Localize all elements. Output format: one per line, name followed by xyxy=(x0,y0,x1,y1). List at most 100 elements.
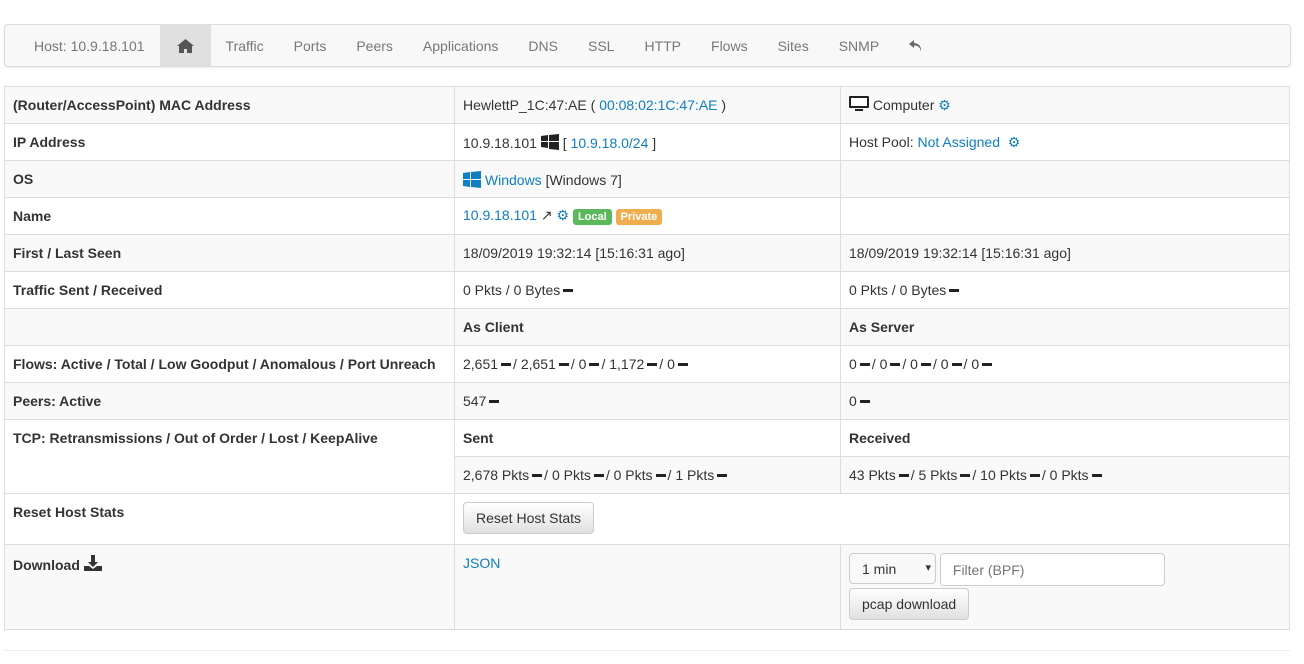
tab-snmp[interactable]: SNMP xyxy=(824,25,894,66)
device-type: Computer xyxy=(872,97,935,113)
ip-label: IP Address xyxy=(4,123,455,161)
tab-sites[interactable]: Sites xyxy=(763,25,824,66)
os-version: [Windows 7] xyxy=(545,171,622,188)
tcp-sent-header: Sent xyxy=(454,419,841,457)
tab-flows[interactable]: Flows xyxy=(696,25,763,66)
interval-select[interactable]: 1 min xyxy=(849,553,936,584)
trend-stable-icon xyxy=(890,362,901,366)
tab-peers[interactable]: Peers xyxy=(341,25,408,66)
name-label: Name xyxy=(4,197,455,235)
as-client-header: As Client xyxy=(454,308,841,346)
stat-value: 1 Pkts xyxy=(675,467,715,483)
local-badge: Local xyxy=(572,208,612,225)
monitor-icon xyxy=(849,96,869,111)
home-tab[interactable] xyxy=(159,25,211,66)
peers-client: 547 xyxy=(463,393,487,409)
back-button[interactable] xyxy=(894,25,938,66)
divider xyxy=(4,650,1290,651)
gear-icon[interactable]: ⚙ xyxy=(556,207,569,223)
tcp-received: 43 Pkts/ 5 Pkts/ 10 Pkts/ 0 Pkts xyxy=(840,456,1290,494)
stat-value: 10 Pkts xyxy=(980,467,1027,483)
stat-value: 0 xyxy=(940,356,949,372)
stat-value: 0 xyxy=(910,356,918,372)
trend-stable-icon xyxy=(677,362,688,366)
trend-stable-icon xyxy=(489,399,500,403)
trend-stable-icon xyxy=(717,473,728,477)
host-pool-label: Host Pool: xyxy=(849,133,914,150)
peers-server: 0 xyxy=(849,393,857,409)
external-link-icon[interactable]: ↗ xyxy=(541,207,553,223)
stat-value: 0 Pkts xyxy=(1049,467,1089,483)
stat-value: 0 xyxy=(879,356,888,372)
tab-http[interactable]: HTTP xyxy=(629,25,696,66)
traffic-received: 0 Pkts / 0 Bytes xyxy=(849,282,947,298)
tab-ssl[interactable]: SSL xyxy=(573,25,629,66)
trend-stable-icon xyxy=(563,288,574,292)
trend-stable-icon xyxy=(982,362,993,366)
last-seen: 18/09/2019 19:32:14 [15:16:31 ago] xyxy=(840,234,1290,272)
trend-stable-icon xyxy=(920,362,931,366)
flows-server: 0/ 0/ 0/ 0/ 0 xyxy=(840,345,1290,383)
tcp-sent: 2,678 Pkts/ 0 Pkts/ 0 Pkts/ 1 Pkts xyxy=(454,456,841,494)
os-link[interactable]: Windows xyxy=(485,172,542,188)
host-pool-link[interactable]: Not Assigned xyxy=(917,134,1000,150)
stat-value: 5 Pkts xyxy=(918,467,958,483)
trend-stable-icon xyxy=(593,473,604,477)
reset-label: Reset Host Stats xyxy=(4,493,455,545)
stat-value: 0 xyxy=(667,356,675,372)
bracket: [ xyxy=(562,134,567,151)
first-seen: 18/09/2019 19:32:14 [15:16:31 ago] xyxy=(454,234,841,272)
peers-label: Peers: Active xyxy=(4,382,455,420)
reset-host-stats-button[interactable]: Reset Host Stats xyxy=(463,502,595,534)
stat-value: 0 xyxy=(578,356,587,372)
pcap-download-button[interactable]: pcap download xyxy=(849,588,970,620)
trend-stable-icon xyxy=(589,362,600,366)
tab-traffic[interactable]: Traffic xyxy=(211,25,279,66)
home-icon xyxy=(176,38,194,53)
stat-value: 0 xyxy=(971,356,980,372)
bpf-filter-input[interactable] xyxy=(939,553,1165,586)
windows-logo-icon xyxy=(463,170,481,188)
gear-icon[interactable]: ⚙ xyxy=(1008,134,1021,150)
host-details-table: (Router/AccessPoint) MAC Address Hewlett… xyxy=(4,86,1290,630)
mac-label: (Router/AccessPoint) MAC Address xyxy=(4,86,455,124)
mac-link[interactable]: 00:08:02:1C:47:AE xyxy=(599,97,717,113)
trend-stable-icon xyxy=(647,362,658,366)
tcp-received-header: Received xyxy=(840,419,1290,457)
tab-ports[interactable]: Ports xyxy=(279,25,342,66)
os-label: OS xyxy=(4,160,455,198)
flows-client: 2,651/ 2,651/ 0/ 1,172/ 0 xyxy=(454,345,841,383)
trend-stable-icon xyxy=(501,362,512,366)
traffic-label: Traffic Sent / Received xyxy=(4,271,455,309)
stat-value: 0 Pkts xyxy=(613,467,653,483)
private-badge: Private xyxy=(615,208,663,225)
stat-value: 0 xyxy=(849,356,857,372)
traffic-sent: 0 Pkts / 0 Bytes xyxy=(463,282,561,298)
download-label: Download xyxy=(13,557,80,573)
trend-stable-icon xyxy=(1091,473,1102,477)
download-icon xyxy=(83,555,102,571)
stat-value: 2,651 xyxy=(463,356,499,372)
stat-value: 43 Pkts xyxy=(849,467,896,483)
reply-icon xyxy=(909,39,922,51)
windows-icon xyxy=(540,133,559,150)
as-server-header: As Server xyxy=(840,308,1290,346)
tab-dns[interactable]: DNS xyxy=(513,25,573,66)
trend-stable-icon xyxy=(655,473,666,477)
gear-icon[interactable]: ⚙ xyxy=(938,97,951,113)
flows-label: Flows: Active / Total / Low Goodput / An… xyxy=(4,345,455,383)
host-label: Host: 10.9.18.101 xyxy=(34,37,145,54)
bracket: ] xyxy=(652,134,657,151)
trend-stable-icon xyxy=(859,399,870,403)
ip-value: 10.9.18.101 xyxy=(463,134,537,151)
trend-stable-icon xyxy=(949,288,960,292)
network-link[interactable]: 10.9.18.0/24 xyxy=(571,135,649,151)
tcp-label: TCP: Retransmissions / Out of Order / Lo… xyxy=(4,419,455,494)
trend-stable-icon xyxy=(558,362,569,366)
json-download-link[interactable]: JSON xyxy=(463,555,500,571)
tab-applications[interactable]: Applications xyxy=(408,25,514,66)
stat-value: 2,651 xyxy=(520,356,556,372)
host-navbar: Host: 10.9.18.101 Traffic Ports Peers Ap… xyxy=(4,24,1291,67)
trend-stable-icon xyxy=(859,362,870,366)
host-name-link[interactable]: 10.9.18.101 xyxy=(463,207,537,223)
